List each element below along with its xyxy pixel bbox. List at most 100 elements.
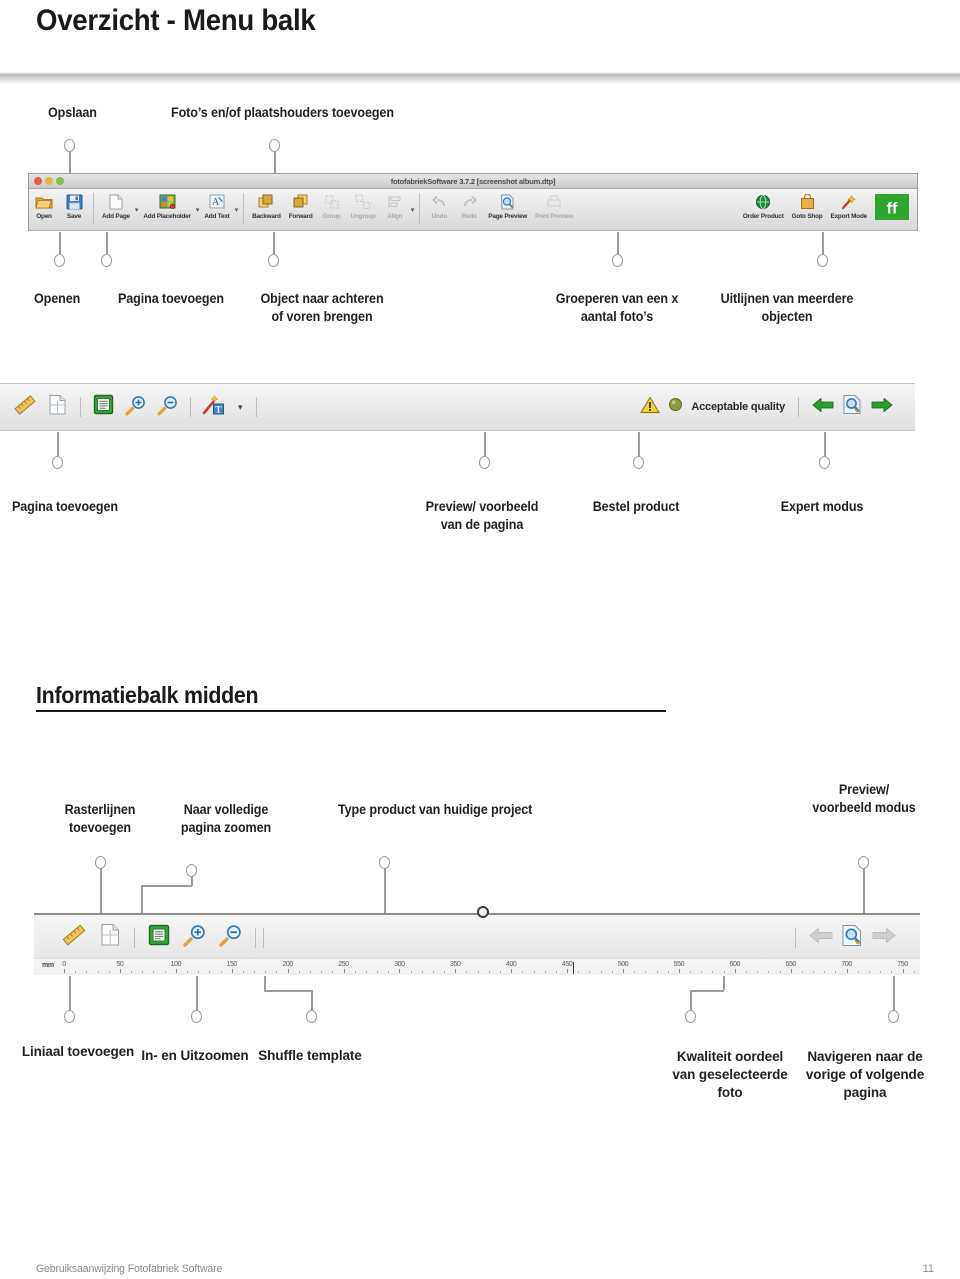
dropdown-dot[interactable]: ▾ — [196, 206, 200, 214]
align-icon — [387, 192, 403, 212]
toolbar-button-redo[interactable]: Redo — [454, 189, 484, 221]
dropdown-dot[interactable]: ▾ — [235, 206, 239, 214]
ruler-icon[interactable] — [9, 394, 41, 421]
callout-label-opslaan: Opslaan — [48, 105, 97, 120]
ruler-tick — [824, 971, 826, 973]
quality-dot-icon — [668, 397, 683, 417]
leader-line — [196, 976, 198, 1010]
callout-label-expert-modus: Expert modus — [780, 499, 864, 514]
toolbar-button-ungroup[interactable]: Ungroup — [347, 189, 380, 221]
leader-ring — [191, 1010, 202, 1023]
leader-line — [100, 868, 102, 914]
footer-text: Gebruiksaanwijzing Fotofabriek Software — [36, 1263, 223, 1275]
toolbar-button-ff-logo[interactable]: ff — [871, 189, 913, 221]
toolbar-right-cluster: Order Product Goto Shop Export Mode ff — [739, 189, 917, 221]
leader-line — [59, 232, 61, 254]
mm-ruler[interactable]: mm 0 50 100 150 200 250 300 350 400 450 500 550 600 6… — [34, 958, 920, 975]
page-layout-icon[interactable] — [94, 923, 127, 952]
callout-label-uitlijnen: Uitlijnen van meerdere objecten — [720, 291, 854, 324]
dropdown-dot[interactable]: ▾ — [135, 206, 139, 214]
toolbar-button-add-placeholder[interactable]: Add Placeholder — [139, 189, 194, 221]
shuffle-template-marker[interactable] — [477, 906, 489, 918]
ruler-tick — [75, 971, 77, 973]
arrow-left-icon[interactable] — [812, 396, 834, 419]
ruler-tick — [645, 971, 647, 973]
callout-label-rasterlijnen: Rasterlijnen toevoegen — [64, 802, 136, 835]
callout-label-shuffle-template: Shuffle template — [258, 1048, 362, 1063]
ruler-tick — [779, 971, 781, 973]
leader-line — [311, 990, 313, 1010]
toolbar-separator — [134, 927, 135, 948]
ruler-icon[interactable] — [56, 923, 92, 952]
toolbar-button-save[interactable]: Save — [59, 189, 89, 221]
leader-ring — [268, 254, 279, 267]
ruler-tick — [600, 971, 602, 973]
ruler-position-caret — [572, 962, 575, 974]
green-book-icon[interactable] — [142, 924, 176, 951]
ruler-tick — [690, 971, 692, 973]
toolbar-button-open[interactable]: Open — [29, 189, 59, 221]
toolbar-button-add-page[interactable]: Add Page — [98, 189, 134, 221]
leader-line — [69, 976, 71, 1010]
green-book-icon[interactable] — [88, 394, 119, 420]
zoom-out-icon[interactable] — [214, 923, 248, 952]
chevron-down-icon[interactable]: ▾ — [232, 402, 249, 413]
ruler-tick — [578, 971, 580, 973]
dropdown-dot[interactable]: ▾ — [411, 206, 415, 214]
arrow-left-icon[interactable] — [809, 926, 833, 950]
callout-label-openen: Openen — [34, 291, 81, 306]
toolbar-button-forward[interactable]: Forward — [285, 189, 317, 221]
ruler-tick — [209, 971, 211, 973]
ruler-tick-label: 500 — [617, 961, 629, 968]
page-layout-icon[interactable] — [43, 394, 73, 421]
ruler-tick — [97, 971, 99, 973]
toolbar-button-export-mode[interactable]: Export Mode — [827, 189, 872, 221]
leader-ring — [479, 456, 490, 469]
zoom-in-icon[interactable] — [178, 923, 212, 952]
arrow-right-icon[interactable] — [871, 396, 893, 419]
send-backward-icon — [258, 192, 274, 212]
leader-line — [69, 151, 71, 173]
zoom-in-icon[interactable] — [121, 394, 151, 421]
toolbar-button-add-text[interactable]: A Add Text — [200, 189, 233, 221]
toolbar-button-page-preview[interactable]: Page Preview — [484, 189, 531, 221]
page-preview-icon[interactable] — [841, 924, 864, 952]
ruler-tick — [231, 969, 233, 973]
ruler-tick — [835, 971, 837, 973]
ruler-tick — [913, 971, 915, 973]
leader-line — [106, 232, 108, 254]
ruler-tick — [343, 969, 345, 973]
ruler-tick — [533, 971, 535, 973]
toolbar-button-undo[interactable]: Undo — [424, 189, 454, 221]
callout-label-in-uitzoomen: In- en Uitzoomen — [141, 1048, 249, 1063]
callout-label-object-volgorde: Object naar achteren of voren brengen — [260, 291, 384, 324]
ruler-tick — [712, 971, 714, 973]
globe-icon — [755, 192, 771, 212]
ruler-tick — [377, 971, 379, 973]
ruler-tick — [321, 971, 323, 973]
ruler-tick — [745, 971, 747, 973]
toolbar-button-goto-shop[interactable]: Goto Shop — [788, 189, 827, 221]
text-box-icon: A — [209, 192, 225, 212]
arrow-right-icon[interactable] — [872, 926, 896, 950]
toolbar-button-order-product[interactable]: Order Product — [739, 189, 788, 221]
toolbar-button-align[interactable]: Align — [380, 189, 410, 221]
toolbar-button-print-preview[interactable]: Print Preview — [531, 189, 577, 221]
leader-ring — [306, 1010, 317, 1023]
leader-ring — [101, 254, 112, 267]
ruler-tick — [164, 971, 166, 973]
zoom-out-icon[interactable] — [153, 394, 183, 421]
leader-line — [638, 432, 640, 456]
ruler-tick — [891, 971, 893, 973]
magic-text-icon[interactable]: T — [198, 394, 230, 421]
toolbar-button-group[interactable]: Group — [317, 189, 347, 221]
ruler-tick-label: 550 — [673, 961, 685, 968]
ruler-tick — [198, 971, 200, 973]
page-preview-icon[interactable] — [842, 394, 863, 420]
callout-label-fotos-toevoegen: Foto’s en/of plaatshouders toevoegen — [171, 105, 394, 120]
ruler-tick-label: 400 — [505, 961, 517, 968]
leader-line — [690, 990, 692, 1010]
ruler-tick-label: 300 — [394, 961, 405, 968]
ruler-tick — [488, 971, 490, 973]
toolbar-button-backward[interactable]: Backward — [248, 189, 285, 221]
